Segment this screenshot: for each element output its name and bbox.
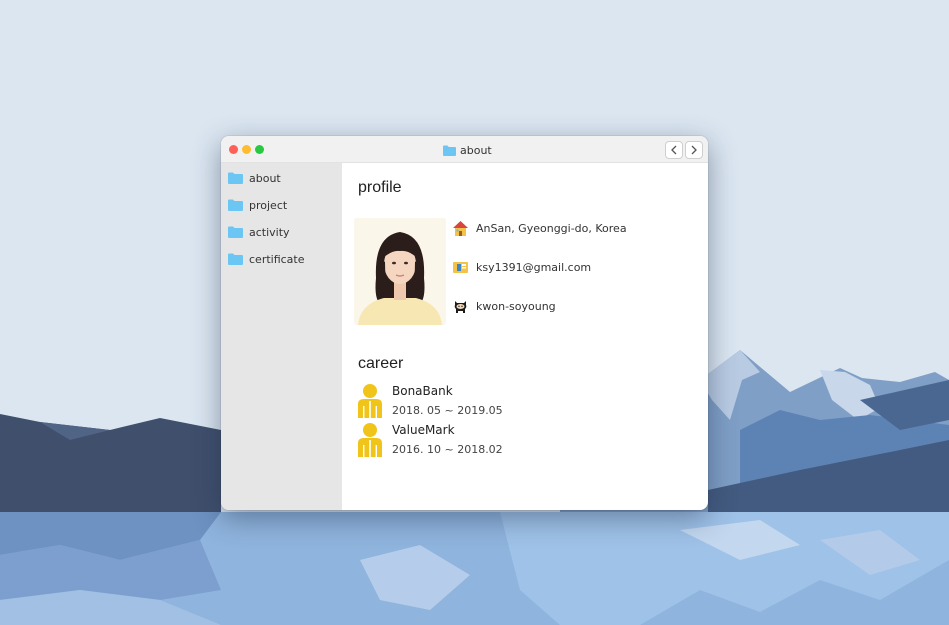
- zoom-button[interactable]: [255, 145, 264, 154]
- person-icon: [358, 384, 382, 418]
- career-item: BonaBank 2018. 05 ~ 2019.05: [356, 384, 556, 422]
- career-heading: career: [358, 355, 404, 372]
- folder-icon: [443, 145, 456, 156]
- sidebar: about project activity certificate: [221, 163, 342, 510]
- company-name: BonaBank: [392, 384, 453, 398]
- person-icon: [358, 423, 382, 457]
- close-button[interactable]: [229, 145, 238, 154]
- sidebar-item-activity[interactable]: activity: [228, 224, 290, 240]
- folder-icon: [228, 172, 243, 184]
- profile-heading: profile: [358, 179, 402, 196]
- sidebar-item-about[interactable]: about: [228, 170, 281, 186]
- address-text: AnSan, Gyeonggi-do, Korea: [476, 221, 627, 235]
- back-button[interactable]: [665, 141, 683, 159]
- sidebar-item-label: about: [249, 171, 281, 185]
- sidebar-item-label: certificate: [249, 252, 305, 266]
- finder-window: about about project activity certificate…: [221, 136, 708, 510]
- sidebar-item-label: activity: [249, 225, 290, 239]
- sidebar-item-project[interactable]: project: [228, 197, 287, 213]
- company-name: ValueMark: [392, 423, 455, 437]
- sidebar-item-certificate[interactable]: certificate: [228, 251, 305, 267]
- contact-email[interactable]: ksy1391@gmail.com: [452, 258, 591, 276]
- house-icon: [453, 220, 468, 236]
- sidebar-item-label: project: [249, 198, 288, 212]
- contact-address: AnSan, Gyeonggi-do, Korea: [452, 219, 627, 237]
- career-item: ValueMark 2016. 10 ~ 2018.02: [356, 423, 556, 461]
- folder-icon: [228, 226, 243, 238]
- forward-button[interactable]: [685, 141, 703, 159]
- profile-photo: [354, 218, 446, 325]
- employment-period: 2016. 10 ~ 2018.02: [392, 443, 503, 456]
- chevron-right-icon: [691, 145, 697, 155]
- content-pane: profile AnSan, Gyeonggi-do, Korea ksy139…: [342, 163, 708, 510]
- window-title: about: [443, 143, 492, 157]
- email-text: ksy1391@gmail.com: [476, 260, 592, 274]
- mail-icon: [453, 261, 468, 273]
- github-username: kwon-soyoung: [476, 299, 556, 313]
- portrait-image: [354, 218, 446, 325]
- title-bar: about: [221, 136, 708, 163]
- employment-period: 2018. 05 ~ 2019.05: [392, 404, 503, 417]
- minimize-button[interactable]: [242, 145, 251, 154]
- github-icon: [454, 300, 467, 313]
- chevron-left-icon: [671, 145, 677, 155]
- window-title-label: about: [460, 143, 492, 157]
- folder-icon: [228, 253, 243, 265]
- contact-github[interactable]: kwon-soyoung: [452, 297, 556, 315]
- folder-icon: [228, 199, 243, 211]
